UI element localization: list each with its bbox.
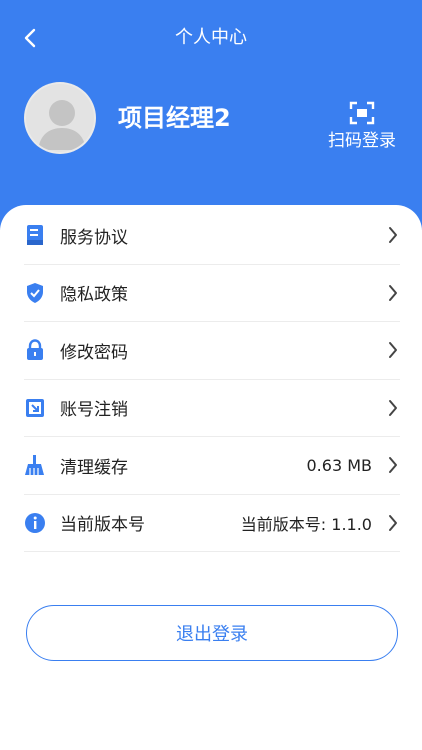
chevron-right-icon <box>386 455 400 475</box>
chevron-right-icon <box>386 398 400 418</box>
chevron-right-icon <box>386 340 400 360</box>
chevron-right-icon <box>386 513 400 533</box>
settings-card: 服务协议 隐私政策 修改密码 账号注销 清理缓存 0.63 MB 当前版本号 当… <box>0 205 422 750</box>
chevron-right-icon <box>386 225 400 245</box>
profile-header: 个人中心 项目经理2 扫码登录 <box>0 0 422 230</box>
default-user-icon <box>38 100 86 150</box>
broom-icon <box>24 454 46 476</box>
username: 项目经理2 <box>118 104 231 132</box>
menu-item-account-cancel[interactable]: 账号注销 <box>24 380 400 437</box>
menu-item-label: 服务协议 <box>60 227 128 248</box>
lock-icon <box>24 339 46 361</box>
cache-size-value: 0.63 MB <box>306 455 373 475</box>
menu-item-label: 清理缓存 <box>60 457 128 478</box>
menu-item-label: 账号注销 <box>60 400 128 421</box>
chevron-right-icon <box>386 283 400 303</box>
account-cancel-icon <box>24 397 46 419</box>
logout-label: 退出登录 <box>176 624 248 645</box>
menu-item-service-agreement[interactable]: 服务协议 <box>24 207 400 265</box>
version-value: 当前版本号: 1.1.0 <box>240 514 372 534</box>
page-title: 个人中心 <box>175 27 247 48</box>
menu-item-clear-cache[interactable]: 清理缓存 0.63 MB <box>24 437 400 495</box>
document-icon <box>24 224 46 246</box>
settings-menu: 服务协议 隐私政策 修改密码 账号注销 清理缓存 0.63 MB 当前版本号 当… <box>24 207 400 552</box>
info-icon <box>24 512 46 534</box>
menu-item-label: 隐私政策 <box>60 285 128 306</box>
menu-item-privacy-policy[interactable]: 隐私政策 <box>24 265 400 322</box>
menu-item-app-version[interactable]: 当前版本号 当前版本号: 1.1.0 <box>24 495 400 552</box>
shield-icon <box>24 282 46 304</box>
menu-item-label: 修改密码 <box>60 342 128 363</box>
avatar[interactable] <box>24 82 96 154</box>
scan-login-button[interactable]: 扫码登录 <box>320 100 404 156</box>
scan-icon <box>349 101 375 125</box>
logout-button[interactable]: 退出登录 <box>26 605 398 661</box>
scan-login-label: 扫码登录 <box>328 131 396 151</box>
menu-item-change-password[interactable]: 修改密码 <box>24 322 400 380</box>
menu-item-label: 当前版本号 <box>60 515 145 536</box>
